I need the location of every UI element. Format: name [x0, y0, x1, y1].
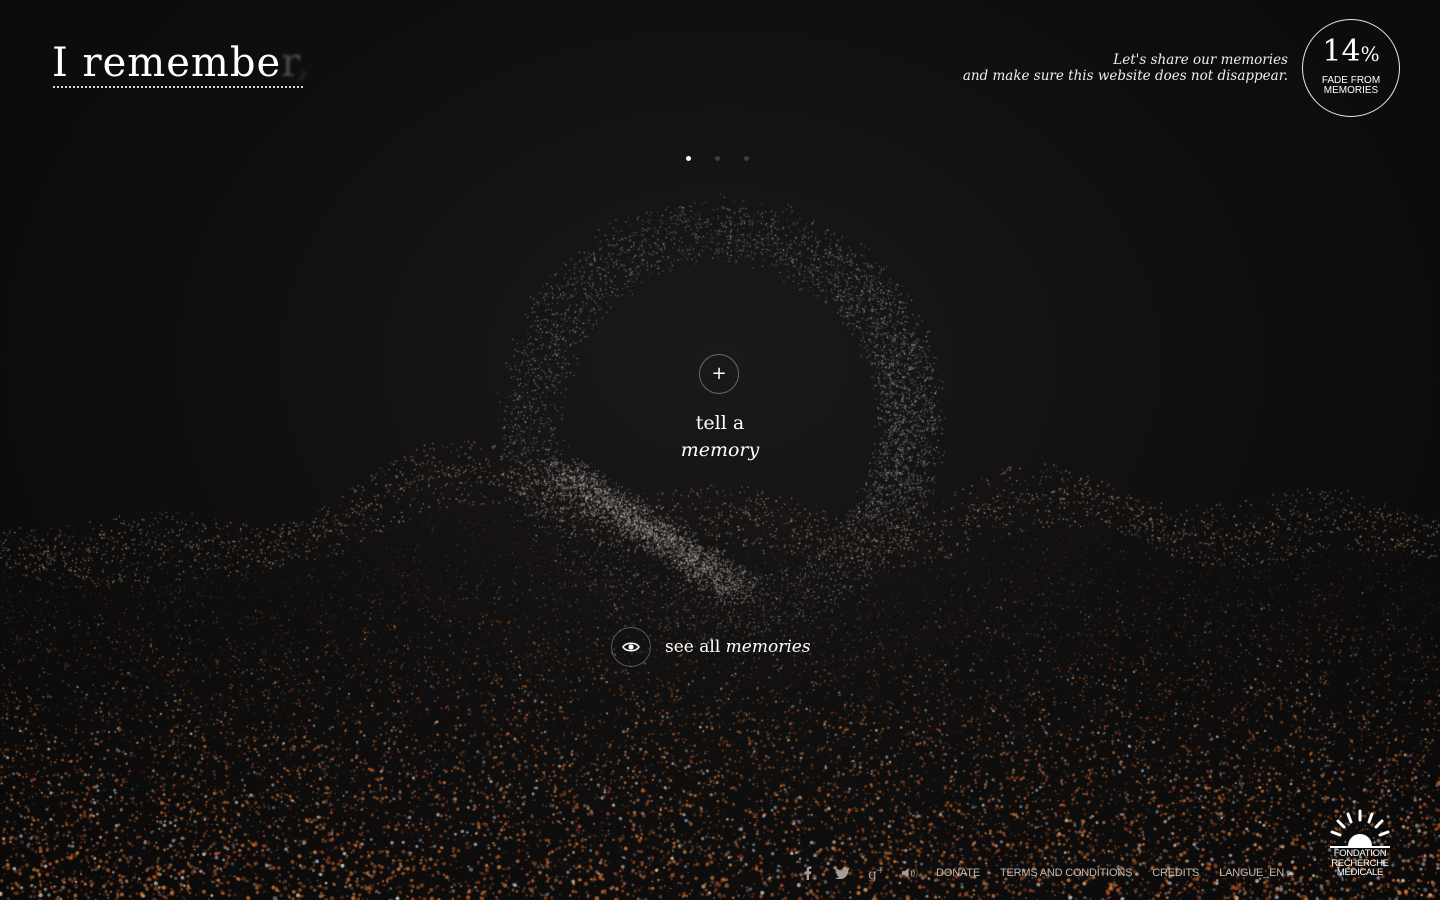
sound-icon[interactable]: [902, 865, 918, 881]
twitter-icon[interactable]: [834, 865, 850, 881]
fade-label: FADE FROM MEMORIES: [1303, 76, 1399, 96]
title-fading-letter: r: [281, 40, 297, 86]
fade-label-line-2: MEMORIES: [1323, 85, 1379, 96]
footer-link-credits[interactable]: CREDITS: [1152, 867, 1199, 879]
footer-link-terms[interactable]: TERMS AND CONDITIONS: [1000, 867, 1132, 879]
see-all-memories-link[interactable]: see all memories: [611, 627, 811, 667]
tagline-line-1: Let's share our memories: [1113, 52, 1288, 68]
language-label: LANGUE_EN: [1219, 867, 1284, 879]
svg-text:+: +: [877, 866, 884, 875]
fondation-logo[interactable]: FONDATION RECHERCHE MÉDICALE: [1326, 806, 1394, 880]
fondation-line-3: MÉDICALE: [1336, 867, 1384, 878]
fondation-name: FONDATION RECHERCHE MÉDICALE: [1326, 849, 1394, 878]
fade-percentage-badge[interactable]: 14% FADE FROM MEMORIES: [1302, 19, 1400, 117]
see-all-label: see all memories: [665, 637, 811, 657]
see-all-emphasis: memories: [725, 637, 811, 657]
facebook-icon[interactable]: [800, 865, 816, 881]
pager-dot-1[interactable]: [686, 156, 691, 161]
tell-line-2: memory: [680, 439, 760, 461]
see-all-prefix: see all: [665, 637, 726, 657]
fade-percentage-value: 14%: [1303, 36, 1399, 70]
plus-icon: +: [711, 363, 727, 384]
see-all-button[interactable]: [611, 627, 651, 667]
svg-text:g: g: [868, 867, 877, 881]
pager-dot-2[interactable]: [715, 156, 720, 161]
tell-line-1: tell a: [695, 412, 745, 434]
caret-up-icon: [1288, 871, 1294, 876]
google-plus-icon[interactable]: g +: [868, 865, 884, 881]
tell-memory-button[interactable]: +: [699, 354, 739, 394]
footer-bar: g + DONATE TERMS AND CONDITIONS CREDITS …: [800, 864, 1294, 882]
footer-link-donate[interactable]: DONATE: [936, 867, 980, 879]
language-selector[interactable]: LANGUE_EN: [1219, 867, 1294, 879]
title-text: I remembe: [52, 40, 282, 86]
title-dotted-underline: [53, 86, 303, 88]
fade-number: 14: [1322, 34, 1361, 69]
pager-dots: [686, 156, 749, 164]
fade-percent-sign: %: [1360, 42, 1380, 66]
site-logo-title[interactable]: I remember,: [52, 40, 311, 86]
tagline-line-2: and make sure this website does not disa…: [962, 68, 1288, 84]
title-fading-comma: ,: [296, 40, 311, 86]
tell-memory-link[interactable]: tell a memory: [620, 410, 820, 464]
pager-dot-3[interactable]: [744, 156, 749, 161]
campaign-tagline: Let's share our memories and make sure t…: [963, 52, 1288, 84]
eye-icon: [622, 642, 640, 652]
sun-logo-icon: [1330, 809, 1390, 848]
